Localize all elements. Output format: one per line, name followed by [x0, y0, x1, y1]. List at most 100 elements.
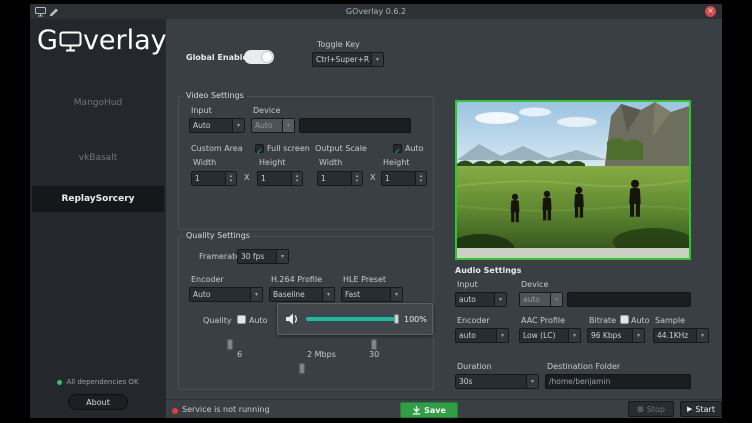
bitrate-slider-handle[interactable] [299, 363, 305, 374]
sample-value: 44.1KHz [654, 331, 696, 340]
audio-encoder-dropdown[interactable]: auto [455, 328, 509, 343]
chevron-down-icon [550, 293, 562, 306]
audio-input-dropdown[interactable]: auto [455, 292, 507, 307]
aac-profile-dropdown[interactable]: Low (LC) [519, 328, 581, 343]
quality-label: Quality [203, 316, 232, 325]
sample-label: Sample [655, 316, 685, 325]
stop-button[interactable]: ■ Stop [628, 401, 674, 417]
stop-icon: ■ [637, 406, 644, 413]
footer-divider [166, 399, 722, 400]
volume-percent: 100% [404, 315, 427, 324]
volume-slider-handle[interactable] [394, 314, 399, 324]
duration-label: Duration [457, 362, 492, 371]
chevron-down-icon [371, 53, 383, 66]
sidebar-item-mangohud[interactable]: MangoHud [30, 92, 166, 114]
chevron-down-icon [632, 329, 644, 342]
video-device-field[interactable] [299, 118, 411, 133]
output-scale-height-value: 1 [382, 172, 415, 185]
fullscreen-label: Full screen [267, 144, 310, 153]
video-device-label: Device [253, 106, 280, 115]
toggle-key-dropdown[interactable]: Ctrl+Super+R [312, 52, 384, 67]
aac-profile-label: AAC Profile [521, 316, 565, 325]
chevron-down-icon [568, 329, 580, 342]
duration-value: 30s [456, 377, 526, 386]
about-button[interactable]: About [68, 394, 128, 410]
chevron-down-icon [232, 119, 244, 132]
bitrate-slider-label: 2 Mbps [307, 350, 336, 359]
quality-settings-title: Quality Settings [183, 231, 253, 240]
sample-dropdown[interactable]: 44.1KHz [653, 328, 709, 343]
bitrate-auto-checkbox[interactable] [620, 315, 629, 324]
save-icon [412, 405, 421, 415]
output-scale-auto-label: Auto [405, 144, 424, 153]
dependencies-status-text: All dependencies OK [66, 378, 138, 386]
audio-device-label: Device [521, 280, 548, 289]
fullscreen-checkbox[interactable] [255, 144, 264, 153]
custom-area-width-spinner[interactable]: 1 [191, 171, 237, 186]
audio-device-dropdown: auto [519, 292, 563, 307]
encoder-value: Auto [190, 290, 250, 299]
h264-profile-value: Baseline [270, 290, 322, 299]
save-button-label: Save [424, 406, 446, 415]
spinner-arrows-icon[interactable] [351, 172, 362, 185]
sidebar-item-replaysorcery[interactable]: ReplaySorcery [32, 186, 164, 212]
toggle-key-value: Ctrl+Super+R [313, 55, 371, 64]
h264-profile-label: H.264 Profile [271, 275, 322, 284]
volume-slider[interactable] [306, 317, 398, 321]
output-scale-height-spinner[interactable]: 1 [381, 171, 427, 186]
output-scale-label: Output Scale [315, 144, 367, 153]
logo-monitor-icon [59, 31, 82, 53]
audio-input-label: Input [457, 280, 478, 289]
bitrate-dropdown[interactable]: 96 Kbps [587, 328, 645, 343]
dependencies-status: All dependencies OK [30, 378, 166, 386]
aac-profile-value: Low (LC) [520, 331, 568, 340]
game-scene [457, 102, 689, 258]
volume-popup: 100% [277, 303, 433, 335]
quality-auto-checkbox[interactable] [237, 315, 246, 324]
audio-encoder-value: auto [456, 331, 496, 340]
sidebar-item-vkbasalt[interactable]: vkBasalt [30, 147, 166, 169]
hle-preset-label: HLE Preset [343, 275, 386, 284]
chevron-down-icon [390, 288, 402, 301]
start-button[interactable]: ▶ Start [680, 401, 722, 417]
video-input-dropdown[interactable]: Auto [189, 118, 245, 133]
h264-profile-dropdown[interactable]: Baseline [269, 287, 335, 302]
play-icon: ▶ [687, 406, 692, 413]
status-ok-dot [57, 380, 62, 385]
quality-slider-handle-min[interactable] [227, 339, 233, 350]
bitrate-auto-label: Auto [631, 316, 650, 325]
audio-device-value: auto [520, 295, 550, 304]
stop-button-label: Stop [647, 405, 665, 414]
output-scale-width-spinner[interactable]: 1 [317, 171, 363, 186]
output-scale-width-value: 1 [318, 172, 351, 185]
framerate-dropdown[interactable]: 30 fps [237, 249, 289, 264]
save-button[interactable]: Save [400, 402, 458, 418]
spinner-arrows-icon[interactable] [225, 172, 236, 185]
chevron-down-icon [494, 293, 506, 306]
custom-area-height-label: Height [259, 158, 285, 167]
hle-preset-dropdown[interactable]: Fast [341, 287, 403, 302]
chevron-down-icon [496, 329, 508, 342]
video-settings-title: Video Settings [183, 91, 247, 100]
spinner-arrows-icon[interactable] [415, 172, 426, 185]
start-button-label: Start [695, 405, 715, 414]
duration-dropdown[interactable]: 30s [455, 374, 539, 389]
chevron-down-icon [322, 288, 334, 301]
video-device-dropdown: Auto [251, 118, 295, 133]
chevron-down-icon [250, 288, 262, 301]
encoder-label: Encoder [191, 275, 224, 284]
close-button[interactable] [705, 6, 716, 17]
toggle-knob [261, 51, 273, 63]
chevron-down-icon [526, 375, 538, 388]
global-enable-label: Global Enable [186, 53, 248, 62]
spinner-arrows-icon[interactable] [291, 172, 302, 185]
quality-slider-handle-max[interactable] [371, 339, 377, 350]
output-scale-auto-checkbox[interactable] [393, 144, 402, 153]
custom-area-width-label: Width [193, 158, 216, 167]
audio-device-field[interactable] [567, 292, 691, 307]
encoder-dropdown[interactable]: Auto [189, 287, 263, 302]
destination-folder-label: Destination Folder [547, 362, 620, 371]
custom-area-height-spinner[interactable]: 1 [257, 171, 303, 186]
destination-folder-field[interactable]: /home/benjamin [545, 374, 691, 389]
global-enable-toggle[interactable] [244, 50, 274, 64]
